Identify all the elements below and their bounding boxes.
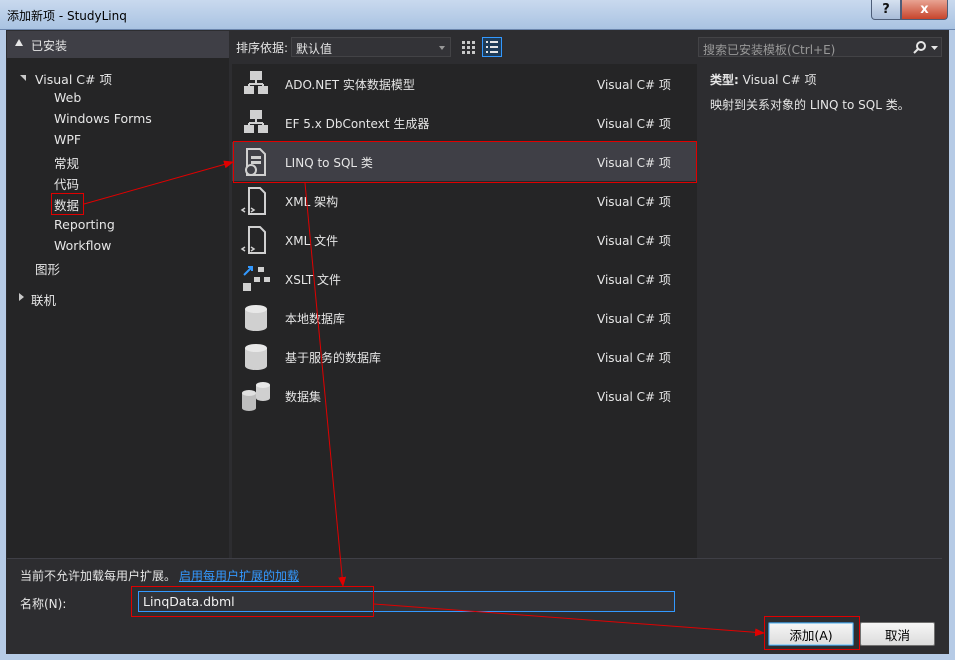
extensions-notice: 当前不允许加载每用户扩展。 bbox=[20, 569, 177, 583]
grid-view-icon bbox=[462, 41, 475, 54]
template-row[interactable]: EF 5.x DbContext 生成器 Visual C# 项 bbox=[232, 103, 697, 142]
chevron-down-icon bbox=[439, 46, 445, 50]
add-button[interactable]: 添加(A) bbox=[768, 622, 854, 646]
type-value: Visual C# 项 bbox=[742, 73, 817, 87]
template-type: Visual C# 项 bbox=[597, 390, 671, 404]
tree-item-workflow[interactable]: Workflow bbox=[54, 238, 111, 253]
template-type: Visual C# 项 bbox=[597, 273, 671, 287]
template-type: Visual C# 项 bbox=[597, 156, 671, 170]
template-row[interactable]: XML 架构 Visual C# 项 bbox=[232, 181, 697, 220]
template-row[interactable]: 基于服务的数据库 Visual C# 项 bbox=[232, 337, 697, 376]
tree-item-windows-forms[interactable]: Windows Forms bbox=[54, 111, 152, 126]
template-name: 基于服务的数据库 bbox=[285, 351, 382, 365]
tree-item-visual-csharp[interactable]: Visual C# 项 bbox=[35, 69, 112, 88]
divider bbox=[7, 558, 942, 559]
chevron-down-icon[interactable] bbox=[931, 46, 938, 51]
linq-to-sql-icon bbox=[245, 148, 266, 176]
template-description: 映射到关系对象的 LINQ to SQL 类。 bbox=[710, 98, 910, 112]
search-input[interactable]: 搜索已安装模板(Ctrl+E) bbox=[703, 41, 835, 58]
template-name: XML 架构 bbox=[285, 195, 339, 209]
tree-item-graphics[interactable]: 图形 bbox=[35, 259, 60, 278]
template-row[interactable]: XSLT 文件 Visual C# 项 bbox=[232, 259, 697, 298]
entity-model-icon bbox=[244, 71, 268, 94]
template-name: LINQ to SQL 类 bbox=[285, 156, 373, 170]
template-row[interactable]: 数据集 Visual C# 项 bbox=[232, 376, 697, 415]
template-name: XML 文件 bbox=[285, 234, 339, 248]
small-icons-view-button[interactable] bbox=[458, 37, 478, 57]
template-type: Visual C# 项 bbox=[597, 117, 671, 131]
template-name: ADO.NET 实体数据模型 bbox=[285, 78, 415, 92]
template-type: Visual C# 项 bbox=[597, 312, 671, 326]
tree-item-online[interactable]: 联机 bbox=[31, 290, 56, 309]
tree-item-general[interactable]: 常规 bbox=[54, 153, 79, 172]
tree-item-web[interactable]: Web bbox=[54, 90, 81, 105]
list-view-icon bbox=[486, 41, 498, 53]
name-field[interactable]: LinqData.dbml bbox=[138, 591, 675, 612]
template-type: Visual C# 项 bbox=[597, 78, 671, 92]
help-button[interactable]: ? bbox=[871, 0, 901, 20]
tree-item-code[interactable]: 代码 bbox=[54, 174, 79, 193]
dataset-icon bbox=[242, 382, 270, 411]
sort-value: 默认值 bbox=[296, 42, 333, 56]
close-button[interactable]: x bbox=[901, 0, 948, 20]
sort-dropdown[interactable]: 默认值 bbox=[291, 37, 451, 57]
name-label: 名称(N): bbox=[20, 597, 67, 611]
window-title: 添加新项 - StudyLinq bbox=[7, 9, 127, 23]
tree-item-wpf[interactable]: WPF bbox=[54, 132, 81, 147]
template-type: Visual C# 项 bbox=[597, 195, 671, 209]
collapse-arrow-icon bbox=[15, 39, 23, 46]
tree-item-data[interactable]: 数据 bbox=[54, 195, 79, 214]
category-panel: 已安装 Visual C# 项 Web Windows Forms WPF 常规… bbox=[7, 31, 229, 558]
installed-header[interactable]: 已安装 bbox=[7, 31, 229, 58]
sort-label: 排序依据: bbox=[236, 41, 289, 55]
type-label: 类型: bbox=[710, 73, 739, 87]
template-type: Visual C# 项 bbox=[597, 351, 671, 365]
template-name: XSLT 文件 bbox=[285, 273, 342, 287]
search-box[interactable]: 搜索已安装模板(Ctrl+E) bbox=[698, 37, 942, 57]
expand-caret-icon[interactable] bbox=[20, 75, 26, 81]
template-row[interactable]: XML 文件 Visual C# 项 bbox=[232, 220, 697, 259]
service-database-icon bbox=[245, 344, 267, 370]
template-list: ADO.NET 实体数据模型 Visual C# 项 EF 5.x DbCont… bbox=[232, 64, 697, 558]
tree-item-reporting[interactable]: Reporting bbox=[54, 217, 115, 232]
list-view-button[interactable] bbox=[482, 37, 502, 57]
xml-file-icon bbox=[240, 226, 266, 254]
installed-label: 已安装 bbox=[31, 39, 68, 53]
enable-extensions-link[interactable]: 启用每用户扩展的加载 bbox=[179, 567, 299, 584]
template-name: 数据集 bbox=[285, 390, 322, 404]
title-bar: 添加新项 - StudyLinq ? x bbox=[0, 0, 955, 30]
template-row[interactable]: 本地数据库 Visual C# 项 bbox=[232, 298, 697, 337]
type-line: 类型: Visual C# 项 bbox=[710, 71, 817, 88]
template-type: Visual C# 项 bbox=[597, 234, 671, 248]
cancel-button[interactable]: 取消 bbox=[860, 622, 935, 646]
template-row[interactable]: ADO.NET 实体数据模型 Visual C# 项 bbox=[232, 64, 697, 103]
local-database-icon bbox=[245, 305, 267, 331]
template-row-selected[interactable]: LINQ to SQL 类 Visual C# 项 bbox=[232, 142, 697, 181]
xml-schema-icon bbox=[240, 187, 266, 215]
template-name: EF 5.x DbContext 生成器 bbox=[285, 117, 430, 131]
xslt-file-icon bbox=[243, 266, 270, 291]
expand-caret-icon[interactable] bbox=[19, 293, 24, 301]
search-icon[interactable] bbox=[913, 40, 927, 54]
dbcontext-generator-icon bbox=[244, 110, 268, 133]
details-pane: 类型: Visual C# 项 映射到关系对象的 LINQ to SQL 类。 bbox=[698, 64, 942, 558]
template-name: 本地数据库 bbox=[285, 312, 346, 326]
